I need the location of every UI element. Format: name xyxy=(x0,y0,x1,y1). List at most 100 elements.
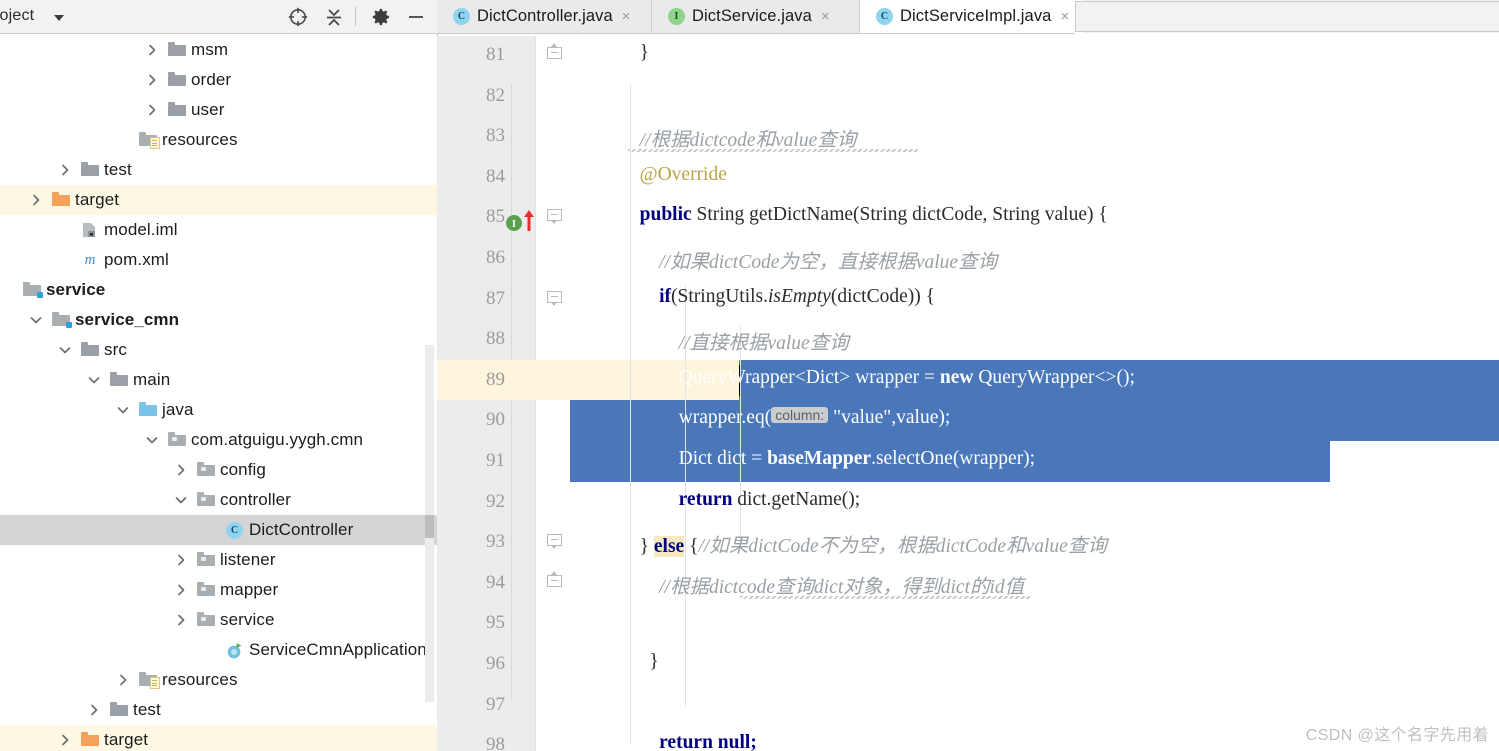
tree-item-service-cmn[interactable]: service_cmn xyxy=(0,305,437,335)
spellcheck-squiggle xyxy=(740,595,1030,599)
tree-item-servicecmnapplication[interactable]: ServiceCmnApplication xyxy=(0,635,437,665)
tree-item-test[interactable]: test xyxy=(0,695,437,725)
code-editor[interactable]: 81 82 83 84 85 86 87 88 89 90 91 92 93 94 95 96 97 98 } /… xyxy=(437,36,1499,751)
chevron-right-icon[interactable] xyxy=(29,193,43,207)
project-tree[interactable]: msm order user resources test target model.iml… xyxy=(0,33,437,751)
line-number: 90 xyxy=(486,409,505,431)
tree-item-target[interactable]: target xyxy=(0,725,437,751)
chevron-right-icon[interactable] xyxy=(58,733,72,747)
chevron-down-icon[interactable] xyxy=(58,343,72,357)
tree-item-target[interactable]: target xyxy=(0,185,437,215)
tree-item-listener[interactable]: listener xyxy=(0,545,437,575)
editor-tab-label: DictServiceImpl.java xyxy=(900,7,1052,25)
folder-icon xyxy=(81,342,99,356)
chevron-right-icon[interactable] xyxy=(174,583,188,597)
tree-item-main[interactable]: main xyxy=(0,365,437,395)
package-folder-icon xyxy=(197,552,215,566)
tree-item-label: controller xyxy=(220,490,291,509)
java-class-icon: C xyxy=(876,8,893,25)
close-icon[interactable]: × xyxy=(622,9,631,24)
editor-tab-dictservice-java[interactable]: I DictService.java × xyxy=(652,0,860,33)
tree-item-label: target xyxy=(104,730,149,749)
folder-gray-wrap xyxy=(81,342,99,358)
tree-item-resources[interactable]: resources xyxy=(0,665,437,695)
folder-package-wrap xyxy=(197,582,215,598)
tree-item-resources[interactable]: resources xyxy=(0,125,437,155)
chevron-right-icon[interactable] xyxy=(87,703,101,717)
folder-gray-wrap xyxy=(168,102,186,118)
chevron-right-icon[interactable] xyxy=(145,73,159,87)
chevron-right-icon[interactable] xyxy=(116,673,130,687)
iml-file-icon xyxy=(81,222,97,238)
tree-item-pom-xml[interactable]: m pom.xml xyxy=(0,245,437,275)
implementing-method-marker[interactable]: I xyxy=(505,209,541,238)
tree-item-mapper[interactable]: mapper xyxy=(0,575,437,605)
chevron-right-icon[interactable] xyxy=(174,553,188,567)
tree-item-label: src xyxy=(104,340,127,359)
close-icon[interactable]: × xyxy=(1060,9,1069,24)
tree-item-src[interactable]: src xyxy=(0,335,437,365)
tree-item-service[interactable]: service xyxy=(0,605,437,635)
tree-item-label: target xyxy=(75,190,120,209)
tree-item-msm[interactable]: msm xyxy=(0,35,437,65)
line-number: 82 xyxy=(486,84,505,106)
code-line-88: //直接根据value查询 xyxy=(678,333,849,355)
tree-item-controller[interactable]: controller xyxy=(0,485,437,515)
maven-file-icon: m xyxy=(84,251,96,268)
folder-gray-wrap xyxy=(110,702,128,718)
tree-item-label: config xyxy=(220,460,266,479)
tree-item-label: listener xyxy=(220,550,276,569)
collapse-all-icon[interactable] xyxy=(322,5,346,29)
chevron-down-icon[interactable] xyxy=(87,373,101,387)
code-line-96: } xyxy=(625,651,659,672)
hide-panel-icon[interactable] xyxy=(404,5,428,29)
folder-icon xyxy=(139,402,157,416)
editor-tab-dictserviceimpl-java[interactable]: C DictServiceImpl.java × xyxy=(860,0,1083,33)
iml-file-wrap xyxy=(81,222,99,238)
line-number: 89 xyxy=(486,368,505,390)
folder-module-wrap xyxy=(23,282,43,298)
folder-package-wrap xyxy=(197,492,215,508)
folder-package-wrap xyxy=(197,462,215,478)
chevron-right-icon[interactable] xyxy=(174,613,188,627)
folder-module-wrap xyxy=(52,312,72,328)
chevron-down-icon[interactable] xyxy=(116,403,130,417)
chevron-right-icon[interactable] xyxy=(174,463,188,477)
chevron-down-icon[interactable] xyxy=(174,493,188,507)
chevron-down-icon[interactable] xyxy=(145,433,159,447)
tree-item-user[interactable]: user xyxy=(0,95,437,125)
folder-icon xyxy=(110,372,128,386)
tree-item-test[interactable]: test xyxy=(0,155,437,185)
tree-item-service[interactable]: service xyxy=(0,275,437,305)
java-class-icon: C xyxy=(453,8,470,25)
folder-resources-wrap xyxy=(139,132,160,149)
tree-item-com-atguigu-yygh-cmn[interactable]: com.atguigu.yygh.cmn xyxy=(0,425,437,455)
tree-item-java[interactable]: java xyxy=(0,395,437,425)
tree-item-order[interactable]: order xyxy=(0,65,437,95)
tree-item-config[interactable]: config xyxy=(0,455,437,485)
tree-item-label: service_cmn xyxy=(75,310,180,329)
svg-text:I: I xyxy=(512,219,516,230)
code-line-89: QueryWrapper<Dict> wrapper = new QueryWr… xyxy=(625,366,1135,388)
close-icon[interactable]: × xyxy=(821,9,830,24)
tree-item-model-iml[interactable]: model.iml xyxy=(0,215,437,245)
chevron-right-icon[interactable] xyxy=(58,163,72,177)
tree-item-label: resources xyxy=(162,670,238,689)
folder-gray-wrap xyxy=(110,372,128,388)
folder-package-wrap xyxy=(168,432,186,448)
editor-tab-dictcontroller-java[interactable]: C DictController.java × xyxy=(437,0,652,33)
chevron-right-icon[interactable] xyxy=(145,103,159,117)
chevron-down-icon[interactable] xyxy=(54,15,64,21)
locate-icon[interactable] xyxy=(286,5,310,29)
toolbar-divider xyxy=(355,7,356,26)
chevron-right-icon[interactable] xyxy=(145,43,159,57)
tree-item-dictcontroller[interactable]: C DictController xyxy=(0,515,437,545)
chevron-down-icon[interactable] xyxy=(29,313,43,327)
editor-tab-label: DictService.java xyxy=(692,7,812,25)
project-scrollbar-thumb[interactable] xyxy=(425,515,434,538)
tree-item-label: pom.xml xyxy=(104,250,169,269)
java-interface-icon: I xyxy=(668,8,685,25)
tree-item-label: service xyxy=(46,280,106,299)
active-tab-underline xyxy=(1075,33,1499,35)
gear-icon[interactable] xyxy=(369,5,393,29)
